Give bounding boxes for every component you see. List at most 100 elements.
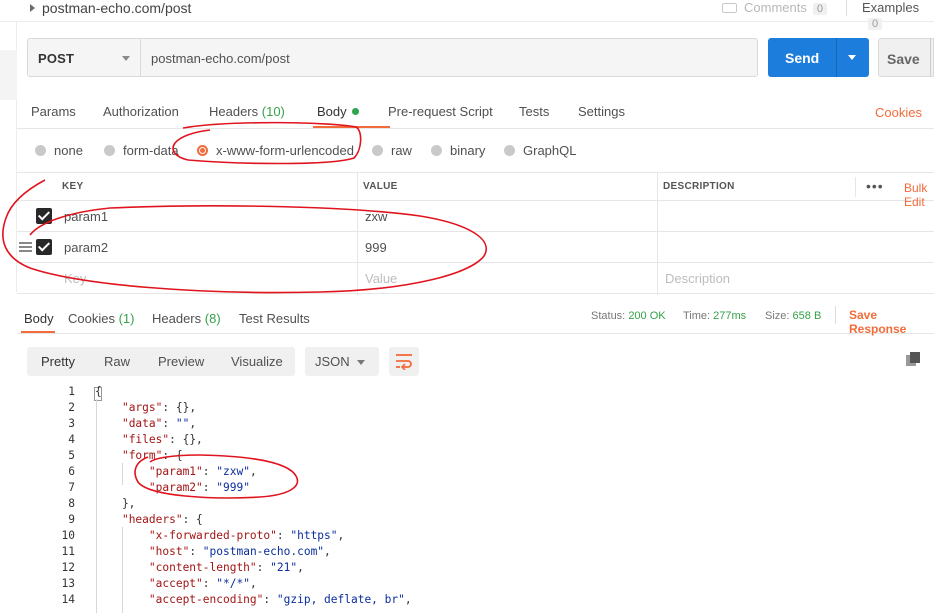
wrap-lines-button[interactable] [389,347,419,376]
code-line: "headers": { [121,513,203,526]
view-mode-tabs: Pretty Raw Preview Visualize [27,347,295,376]
comments-label: Comments [744,0,807,15]
code-line: }, [95,497,136,510]
radio-label: GraphQL [523,143,577,158]
radio-circle-icon [504,145,515,156]
copy-icon[interactable] [906,352,920,366]
body-type-radio-group: none form-data x-www-form-urlencoded raw… [35,143,635,159]
send-divider [836,38,837,77]
view-raw[interactable]: Raw [104,354,130,369]
radio-binary[interactable]: binary [431,143,485,158]
code-line: "args": {}, [121,401,197,414]
response-body-viewer[interactable]: 1 {2 "args": {}, 3 "data": "", 4 "files": {… [17,385,934,613]
line-number: 1 [68,385,75,398]
tab-pre-request-script[interactable]: Pre-request Script [388,104,493,119]
format-select[interactable]: JSON [305,347,379,376]
tab-body[interactable]: Body [317,104,359,119]
comment-icon [722,3,737,13]
response-status: Status: 200 OK [591,310,666,322]
value-input[interactable]: Value [365,271,397,286]
examples-label: Examples [862,0,920,15]
value-cell[interactable]: zxw [365,209,387,224]
column-header-key: KEY [62,181,84,192]
save-button[interactable]: Save [878,38,934,77]
table-header: KEY VALUE DESCRIPTION ••• Bulk Edit [17,172,934,209]
comments-button[interactable]: Comments 0 [722,0,827,15]
time-label: Time: [683,310,711,322]
method-select[interactable]: POST [27,38,141,77]
row-checkbox[interactable] [36,239,52,255]
response-tabs: Body Cookies (1) Headers (8) Test Result… [17,304,934,336]
line-number: 14 [61,593,75,606]
size-label: Size: [765,310,790,322]
key-cell[interactable]: param1 [64,209,108,224]
url-value: postman-echo.com/post [151,51,290,66]
radio-label: binary [450,143,486,158]
description-input[interactable]: Description [665,271,730,286]
examples-button[interactable]: Examples 0 [862,0,934,30]
code-line: "form": { [121,449,183,462]
save-response-button[interactable]: Save Response [849,308,934,336]
column-header-description: DESCRIPTION [663,181,735,192]
status-label: Status: [591,310,626,322]
tab-params[interactable]: Params [31,104,76,119]
size-value: 658 B [792,310,822,322]
divider [855,177,856,197]
line-number: 3 [68,417,75,430]
key-input[interactable]: Key [64,271,86,286]
method-label: POST [38,51,75,66]
column-divider [657,172,658,295]
tab-tests[interactable]: Tests [519,104,549,119]
url-input[interactable]: postman-echo.com/post [141,38,758,77]
left-edge-panel [0,22,17,292]
table-row: param1 zxw [17,201,934,232]
tab-response-cookies[interactable]: Cookies (1) [68,311,134,326]
radio-graphql[interactable]: GraphQL [504,143,576,158]
left-edge-highlight [0,50,17,100]
code-line: "x-forwarded-proto": "https", [148,529,345,542]
request-tabs: Params Authorization Headers (10) Body P… [17,96,934,129]
send-button[interactable]: Send [768,38,869,77]
tab-count: (8) [204,311,221,326]
radio-label: form-data [123,143,179,158]
line-number: 5 [68,449,75,462]
params-table: KEY VALUE DESCRIPTION ••• Bulk Edit para… [17,172,934,295]
comments-count: 0 [812,3,827,15]
line-number: 2 [68,401,75,414]
radio-circle-icon [431,145,442,156]
tab-authorization[interactable]: Authorization [103,104,179,119]
tab-test-results[interactable]: Test Results [239,311,310,326]
tab-headers[interactable]: Headers (10) [209,104,285,119]
drag-handle-icon[interactable] [19,242,32,254]
radio-x-www-form-urlencoded[interactable]: x-www-form-urlencoded [197,143,354,158]
tab-settings[interactable]: Settings [578,104,625,119]
key-cell[interactable]: param2 [64,240,108,255]
line-number: 11 [61,545,75,558]
radio-none[interactable]: none [35,143,83,158]
view-preview[interactable]: Preview [158,354,204,369]
radio-raw[interactable]: raw [372,143,412,158]
request-name[interactable]: postman-echo.com/post [42,0,191,16]
format-label: JSON [315,354,350,369]
request-title-bar: postman-echo.com/post Comments 0 Examples… [0,0,934,30]
collapse-caret-icon[interactable] [30,4,35,12]
value-cell[interactable]: 999 [365,240,387,255]
line-number: 4 [68,433,75,446]
view-pretty[interactable]: Pretty [41,354,75,369]
send-options-chevron-icon[interactable] [848,55,856,60]
view-visualize[interactable]: Visualize [231,354,283,369]
line-number: 7 [68,481,75,494]
tab-response-headers[interactable]: Headers (8) [152,311,221,326]
column-header-value: VALUE [363,181,398,192]
radio-form-data[interactable]: form-data [104,143,179,158]
line-number: 8 [68,497,75,510]
tab-headers-count: (10) [261,104,285,119]
cookies-link[interactable]: Cookies [875,105,922,120]
table-row-new: Key Value Description [17,263,934,294]
radio-label: raw [391,143,412,158]
row-checkbox[interactable] [36,208,52,224]
more-options-icon[interactable]: ••• [866,178,884,194]
tab-response-body[interactable]: Body [24,311,54,326]
code-line: "files": {}, [121,433,203,446]
divider [835,306,836,324]
